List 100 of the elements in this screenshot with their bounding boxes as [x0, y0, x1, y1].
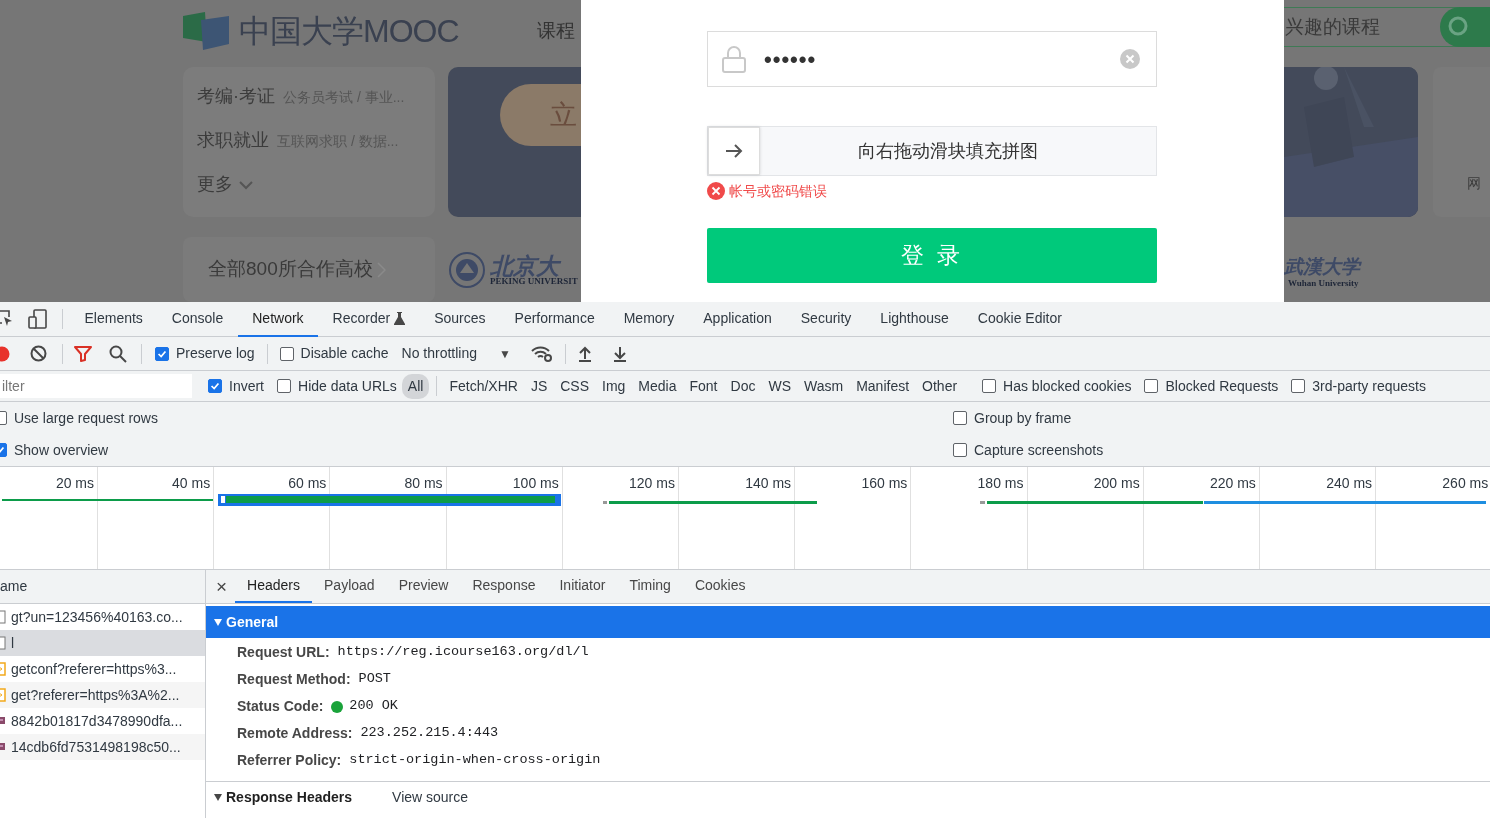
checkbox[interactable] — [279, 346, 294, 361]
checkbox[interactable] — [1144, 379, 1159, 393]
error-message: 帐号或密码错误 — [729, 181, 827, 201]
flask-icon — [394, 311, 406, 325]
search-icon[interactable] — [109, 344, 127, 363]
panel-tab[interactable]: Sources — [419, 301, 501, 337]
tick-label: 140 ms — [745, 475, 792, 491]
checkbox-label[interactable]: Use large request rows — [14, 407, 158, 429]
detail-tab[interactable]: Response — [460, 570, 548, 603]
panel-tab[interactable]: Network — [237, 301, 319, 337]
checkbox[interactable] — [155, 346, 169, 361]
search-icon — [1448, 16, 1470, 38]
checkbox-label[interactable]: 3rd-party requests — [1312, 375, 1426, 397]
checkbox[interactable] — [953, 411, 967, 425]
request-row[interactable]: 14cdb6fd7531498198c50... — [0, 734, 205, 760]
upload-icon[interactable] — [577, 345, 592, 362]
detail-tab[interactable]: Cookies — [682, 570, 758, 603]
network-conditions-icon[interactable] — [530, 344, 553, 363]
header-value: 223.252.215.4:443 — [360, 724, 499, 743]
lock-icon — [722, 45, 746, 73]
tick-label: 160 ms — [861, 475, 908, 491]
type-filter[interactable]: Img — [596, 373, 632, 399]
header-name: Referrer Policy: — [237, 751, 342, 770]
panel-tab[interactable]: Elements — [70, 301, 158, 337]
request-row[interactable]: l — [0, 630, 205, 656]
tick-label: 200 ms — [1093, 475, 1140, 491]
checkbox-label[interactable]: Preserve log — [176, 343, 255, 364]
type-filter[interactable]: Fetch/XHR — [443, 373, 524, 399]
error-icon — [707, 182, 725, 200]
password-field[interactable]: •••••• — [707, 31, 1157, 87]
panel-tab[interactable]: Console — [157, 301, 238, 337]
detail-tab[interactable]: Preview — [386, 570, 461, 603]
checkbox[interactable] — [1291, 379, 1306, 393]
detail-tab[interactable]: Headers — [235, 570, 313, 603]
tick-label: 100 ms — [512, 475, 559, 491]
request-row[interactable]: getconf?referer=https%3... — [0, 656, 205, 682]
record-icon[interactable] — [0, 345, 10, 362]
device-toolbar-icon[interactable] — [28, 309, 48, 329]
checkbox-label[interactable]: Blocked Requests — [1165, 375, 1279, 397]
request-row[interactable]: 8842b01817d3478990dfa... — [0, 708, 205, 734]
type-filter[interactable]: JS — [524, 373, 554, 399]
section-header[interactable]: General — [206, 606, 1490, 638]
checkbox[interactable] — [277, 379, 291, 393]
checkbox-label[interactable]: Has blocked cookies — [1003, 375, 1132, 397]
header-name: Request Method: — [237, 670, 351, 689]
checkbox[interactable] — [208, 379, 222, 393]
checkbox-label[interactable]: Capture screenshots — [974, 439, 1104, 461]
type-filter[interactable]: Doc — [724, 373, 762, 399]
chevron-down-icon — [239, 181, 253, 190]
checkbox-label[interactable]: Invert — [229, 375, 264, 397]
type-filter[interactable]: Wasm — [798, 373, 850, 399]
section-header[interactable]: Response Headers — [226, 787, 353, 808]
university-logo-subtitle: PEKING UNIVERSIT — [490, 276, 578, 286]
checkbox-label[interactable]: Show overview — [14, 439, 109, 461]
throttling-dropdown[interactable]: No throttling — [401, 343, 477, 364]
type-filter[interactable]: Other — [916, 373, 964, 399]
inspect-icon[interactable] — [0, 310, 13, 328]
panel-tab[interactable]: Security — [786, 301, 866, 337]
tick-label: 120 ms — [629, 475, 675, 491]
type-filter[interactable]: Manifest — [850, 373, 916, 399]
panel-tab[interactable]: Application — [688, 301, 787, 337]
type-filter[interactable]: CSS — [554, 373, 595, 399]
tick-label: 80 ms — [404, 475, 443, 491]
header-value: 200 OK — [349, 697, 398, 716]
detail-tab[interactable]: Timing — [617, 570, 683, 603]
tick-label: 40 ms — [172, 475, 211, 491]
university-logo-text: 武漢大学 — [1284, 257, 1363, 276]
type-filter[interactable]: Media — [632, 373, 683, 399]
detail-tab[interactable]: Payload — [312, 570, 387, 603]
request-row[interactable]: gt?un=123456%40163.co... — [0, 604, 205, 630]
panel-tab[interactable]: Memory — [609, 301, 689, 337]
slider-handle[interactable] — [708, 127, 760, 175]
panel-tab[interactable]: Lighthouse — [865, 301, 964, 337]
tick-label: 220 ms — [1209, 475, 1256, 491]
close-button[interactable]: × — [206, 570, 236, 603]
checkbox-label[interactable]: Disable cache — [300, 343, 389, 364]
filter-icon[interactable] — [74, 345, 92, 362]
request-row[interactable]: get?referer=https%3A%2... — [0, 682, 205, 708]
panel-tab[interactable]: Cookie Editor — [963, 301, 1077, 337]
checkbox[interactable] — [982, 379, 997, 393]
clear-icon[interactable] — [30, 345, 47, 362]
dropdown-arrow[interactable]: ▼ — [499, 344, 511, 363]
download-icon[interactable] — [612, 345, 627, 362]
header-name: Remote Address: — [237, 724, 353, 743]
checkbox[interactable] — [953, 443, 967, 457]
tick-label: 240 ms — [1326, 475, 1373, 491]
type-filter[interactable]: Font — [683, 373, 724, 399]
header-name: Status Code: — [237, 697, 324, 716]
checkbox-label[interactable]: Hide data URLs — [298, 375, 397, 397]
filter-input[interactable]: ilter — [0, 374, 192, 398]
tick-label: 60 ms — [288, 475, 327, 491]
type-filter[interactable]: All — [401, 373, 430, 399]
panel-tab[interactable]: Performance — [500, 301, 610, 337]
panel-tab[interactable]: Recorder — [318, 301, 420, 337]
type-filter[interactable]: WS — [762, 373, 797, 399]
view-source-link[interactable]: View source — [392, 787, 469, 808]
tick-label: 260 ms — [1442, 475, 1489, 491]
detail-tab[interactable]: Initiator — [547, 570, 618, 603]
checkbox-label[interactable]: Group by frame — [974, 407, 1072, 429]
column-header[interactable]: ame — [0, 576, 28, 597]
